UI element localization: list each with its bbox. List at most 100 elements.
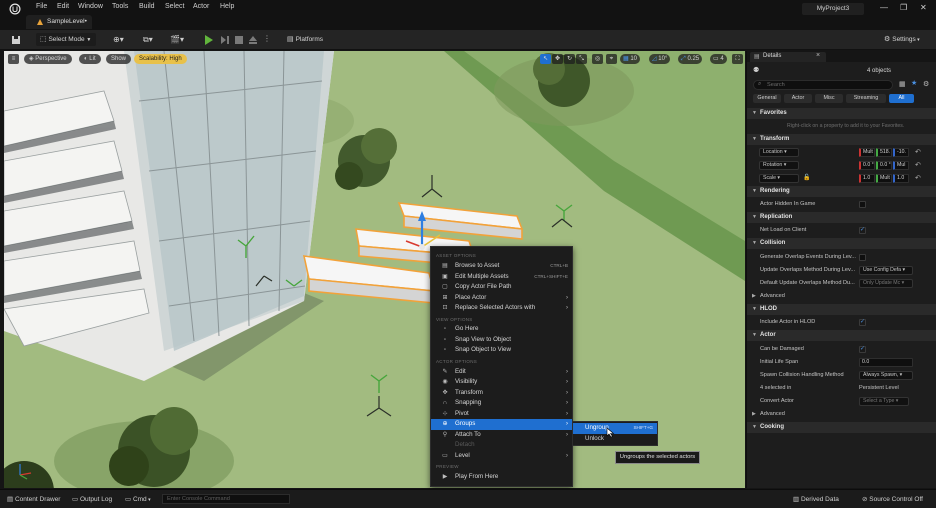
menu-item-go-here[interactable]: ▫ Go Here [431,324,572,335]
scale-y-field[interactable]: Mult [876,174,892,183]
menu-item-edit[interactable]: ✎ Edit › [431,367,572,378]
console-input[interactable]: Enter Console Command [162,494,290,504]
category-rendering[interactable]: ▼ Rendering [747,186,936,197]
close-tab-icon[interactable]: × [816,52,820,59]
menu-window[interactable]: Window [78,3,103,10]
settings-gear-icon[interactable]: ⚙ [923,80,929,88]
lit-button[interactable]: ◐ Lit [79,54,101,64]
step-icon[interactable] [220,35,230,45]
menu-select[interactable]: Select [165,3,184,10]
scale-tool-icon[interactable]: ⤡ [576,54,587,64]
convert-actor-dropdown[interactable]: Select a Type ▾ [859,397,909,406]
menu-item-snap-view-to-object[interactable]: ▫ Snap View to Object [431,335,572,346]
show-button[interactable]: Show [106,54,132,64]
filter-general[interactable]: General [753,94,781,103]
grid-view-icon[interactable]: ▦ [899,80,906,88]
perspective-button[interactable]: ◈ Perspective [24,54,72,64]
category-favorites[interactable]: ▼ Favorites [747,108,936,119]
category-hlod[interactable]: ▼ HLOD [747,304,936,315]
scale-dropdown[interactable]: Scale ▾ [759,174,799,183]
menu-item-pivot[interactable]: ⊹ Pivot › [431,409,572,420]
rotation-dropdown[interactable]: Rotation ▾ [759,161,799,170]
location-dropdown[interactable]: Location ▾ [759,148,799,157]
menu-item-edit-multiple-assets[interactable]: ▣ Edit Multiple Assets CTRL+SHIFT+E [431,272,572,283]
menu-item-replace-selected-actors[interactable]: ⊡ Replace Selected Actors with › [431,303,572,314]
location-z-field[interactable]: -10. [893,148,909,157]
grid-snap-button[interactable]: ▦ 10 [620,54,641,64]
output-log-button[interactable]: ▭ Output Log [72,495,112,504]
submenu-item-unlock[interactable]: Unlock [573,434,657,445]
menu-item-level[interactable]: ▭ Level › [431,451,572,462]
cinematics-icon[interactable]: 🎬▾ [170,35,184,44]
menu-actor[interactable]: Actor [193,3,209,10]
close-window-button[interactable]: ✕ [920,3,927,12]
menu-item-snap-object-to-view[interactable]: ▫ Snap Object to View [431,345,572,356]
menu-file[interactable]: File [36,3,47,10]
menu-edit[interactable]: Edit [57,3,69,10]
category-cooking[interactable]: ▼ Cooking [747,422,936,433]
cmd-dropdown[interactable]: ▭ Cmd ▾ [125,495,151,505]
filter-all[interactable]: All [889,94,914,103]
play-options-icon[interactable]: ⋮ [263,34,271,43]
category-replication[interactable]: ▼ Replication [747,212,936,223]
actor-hidden-checkbox[interactable] [859,201,866,208]
add-content-icon[interactable]: ⊕▾ [113,35,124,44]
reset-icon[interactable]: ↶ [915,172,921,185]
details-search-input[interactable]: ⌕ Search [753,80,893,90]
include-hlod-checkbox[interactable] [859,316,866,329]
rotation-snap-button[interactable]: ◿ 10° [649,54,671,64]
details-tab[interactable]: ▤ Details × [750,52,826,62]
menu-item-attach-to[interactable]: ⚲ Attach To › [431,430,572,441]
source-control-button[interactable]: ⊘ Source Control Off [862,495,923,504]
rotation-z-field[interactable]: Mul [893,161,909,170]
play-icon[interactable] [204,35,214,45]
menu-help[interactable]: Help [220,3,234,10]
can-be-damaged-checkbox[interactable] [859,343,866,356]
settings-button[interactable]: ⚙ Settings ▾ [880,33,926,46]
menu-item-copy-actor-file-path[interactable]: ▢ Copy Actor File Path [431,282,572,293]
scale-z-field[interactable]: 1.0 [893,174,909,183]
minimize-button[interactable]: — [880,3,888,12]
menu-tools[interactable]: Tools [112,3,128,10]
content-drawer-button[interactable]: ▤ Content Drawer [7,495,60,504]
collision-advanced-row[interactable]: ▶ Advanced [747,290,936,303]
filter-misc[interactable]: Misc [815,94,843,103]
location-y-field[interactable]: 518. [876,148,892,157]
blueprint-icon[interactable]: ⧉▾ [143,35,153,45]
surface-snap-icon[interactable]: ⌖ [606,54,617,64]
menu-item-snapping[interactable]: ∩ Snapping › [431,398,572,409]
scale-x-field[interactable]: 1.0 [859,174,875,183]
menu-item-groups[interactable]: ⊕ Groups › [431,419,572,430]
maximize-button[interactable]: ❐ [900,3,907,12]
initial-life-span-field[interactable]: 0.0 [859,358,913,367]
rotation-x-field[interactable]: 0.0 ° [859,161,875,170]
translate-tool-icon[interactable]: ✥ [552,54,563,64]
reset-icon[interactable]: ↶ [915,146,921,159]
actor-advanced-row[interactable]: ▶ Advanced [747,408,936,421]
star-icon[interactable]: ★ [911,79,917,87]
menu-item-browse-to-asset[interactable]: ▤ Browse to Asset CTRL+B [431,261,572,272]
maximize-viewport-icon[interactable]: ⛶ [732,54,743,64]
derived-data-button[interactable]: ▥ Derived Data [793,495,839,504]
spawn-collision-dropdown[interactable]: Always Spawn, ▾ [859,371,913,380]
rotation-y-field[interactable]: 0.0 ° [876,161,892,170]
menu-item-transform[interactable]: ✥ Transform › [431,388,572,399]
menu-item-play-from-here[interactable]: ▶ Play From Here [431,472,572,483]
generate-overlap-checkbox[interactable] [859,254,866,261]
reset-icon[interactable]: ↶ [915,159,921,172]
location-x-field[interactable]: Mult [859,148,875,157]
menu-item-visibility[interactable]: ◉ Visibility › [431,377,572,388]
world-local-icon[interactable]: ◎ [592,54,603,64]
scalability-badge[interactable]: Scalability: High [134,54,187,64]
eject-icon[interactable] [248,35,258,45]
stop-icon[interactable] [234,35,244,45]
camera-speed-button[interactable]: ▭ 4 [710,54,727,64]
rotate-tool-icon[interactable]: ↻ [564,54,575,64]
select-tool-icon[interactable]: ↖ [540,54,551,64]
filter-actor[interactable]: Actor [784,94,812,103]
lock-icon[interactable]: 🔓 [803,172,810,185]
category-collision[interactable]: ▼ Collision [747,238,936,249]
filter-streaming[interactable]: Streaming [846,94,886,103]
menu-item-place-actor[interactable]: ⊞ Place Actor › [431,293,572,304]
category-transform[interactable]: ▼ Transform [747,134,936,145]
